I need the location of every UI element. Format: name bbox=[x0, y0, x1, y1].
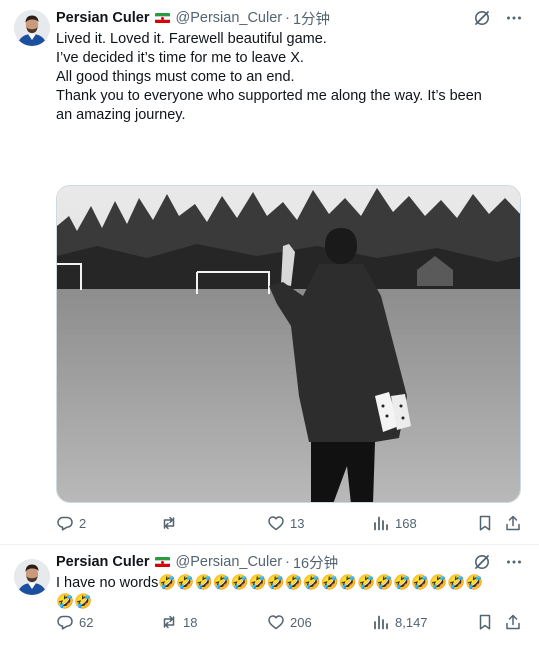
author-handle[interactable]: @Persian_Culer bbox=[176, 554, 283, 570]
separator-dot: · bbox=[285, 10, 290, 26]
tweet-paragraph: All good things must come to an end. bbox=[56, 69, 295, 85]
repost-icon bbox=[160, 514, 178, 532]
bookmark-icon bbox=[476, 514, 494, 532]
share-button[interactable] bbox=[504, 514, 522, 532]
tweet-paragraph: I’ve decided it’s time for me to leave X… bbox=[56, 50, 304, 66]
tweet-text: I have no words🤣🤣🤣🤣🤣🤣🤣🤣🤣🤣🤣🤣🤣🤣🤣🤣🤣🤣🤣🤣 bbox=[56, 574, 499, 612]
views-count: 168 bbox=[395, 515, 417, 531]
reply-button[interactable]: 62 bbox=[56, 613, 93, 631]
views-icon bbox=[372, 514, 390, 532]
share-icon bbox=[504, 613, 522, 631]
flag-iran-icon bbox=[154, 13, 170, 23]
like-icon bbox=[267, 613, 285, 631]
bookmark-button[interactable] bbox=[476, 613, 494, 631]
views-count: 8,147 bbox=[395, 614, 428, 630]
tweet-header: Persian Culer @Persian_Culer · 16分钟 bbox=[56, 552, 527, 572]
views-button[interactable]: 168 bbox=[372, 514, 417, 532]
separator-dot: · bbox=[285, 554, 290, 570]
views-button[interactable]: 8,147 bbox=[372, 613, 428, 631]
tweet-header: Persian Culer @Persian_Culer · 1分钟 bbox=[56, 8, 527, 28]
like-count: 13 bbox=[290, 515, 305, 531]
avatar[interactable] bbox=[14, 10, 50, 46]
like-button[interactable]: 13 bbox=[267, 514, 304, 532]
share-icon bbox=[504, 514, 522, 532]
grok-icon[interactable] bbox=[473, 553, 491, 571]
tweet-paragraph: Lived it. Loved it. Farewell beautiful g… bbox=[56, 31, 327, 47]
tweet-actions: 62 18 206 8,147 bbox=[56, 613, 522, 633]
bookmark-button[interactable] bbox=[476, 514, 494, 532]
tweet-photo[interactable] bbox=[56, 185, 521, 503]
avatar[interactable] bbox=[14, 559, 50, 595]
like-count: 206 bbox=[290, 614, 312, 630]
author-name[interactable]: Persian Culer bbox=[56, 554, 150, 570]
repost-button[interactable] bbox=[160, 514, 183, 532]
views-icon bbox=[372, 613, 390, 631]
author-name[interactable]: Persian Culer bbox=[56, 10, 150, 26]
timestamp[interactable]: 1分钟 bbox=[293, 8, 330, 29]
author-handle[interactable]: @Persian_Culer bbox=[176, 10, 283, 26]
reply-count: 62 bbox=[79, 614, 94, 630]
like-icon bbox=[267, 514, 285, 532]
tweet[interactable]: Persian Culer @Persian_Culer · 16分钟 I ha… bbox=[0, 545, 539, 654]
reply-count: 2 bbox=[79, 515, 87, 531]
tweet-paragraph: Thank you to everyone who supported me a… bbox=[56, 88, 482, 123]
repost-button[interactable]: 18 bbox=[160, 613, 197, 631]
reply-icon bbox=[56, 613, 74, 631]
tweet-text: Lived it. Loved it. Farewell beautiful g… bbox=[56, 30, 499, 125]
bookmark-icon bbox=[476, 613, 494, 631]
timestamp[interactable]: 16分钟 bbox=[293, 552, 338, 573]
tweet[interactable]: Persian Culer @Persian_Culer · 1分钟 Lived… bbox=[0, 0, 539, 545]
share-button[interactable] bbox=[504, 613, 522, 631]
tweet-text-content: I have no words bbox=[56, 575, 159, 591]
more-icon[interactable] bbox=[505, 9, 523, 27]
reply-icon bbox=[56, 514, 74, 532]
grok-icon[interactable] bbox=[473, 9, 491, 27]
repost-icon bbox=[160, 613, 178, 631]
more-icon[interactable] bbox=[505, 553, 523, 571]
like-button[interactable]: 206 bbox=[267, 613, 312, 631]
reply-button[interactable]: 2 bbox=[56, 514, 86, 532]
flag-iran-icon bbox=[154, 557, 170, 567]
tweet-actions: 2 13 168 bbox=[56, 514, 522, 534]
repost-count: 18 bbox=[183, 614, 198, 630]
